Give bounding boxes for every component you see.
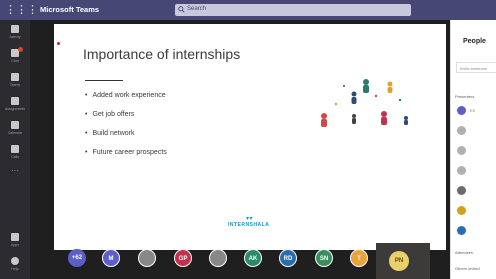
participant-avatar (457, 226, 466, 235)
help-icon (11, 257, 19, 265)
attendees-section-label[interactable]: Attendees (455, 250, 473, 255)
participant-avatar (457, 126, 466, 135)
bullet-item: Added work experience (85, 92, 167, 111)
more-apps-icon[interactable]: ··· (0, 166, 30, 175)
assignments-icon (11, 97, 19, 105)
appbar-item-chat[interactable]: Chat (0, 46, 30, 68)
appbar-item-apps[interactable]: Apps (0, 230, 30, 252)
appbar-label: Calendar (7, 131, 23, 135)
slide-title: Importance of internships (83, 46, 241, 62)
participant-avatar (457, 206, 466, 215)
participant-row[interactable] (457, 206, 496, 218)
app-title: Microsoft Teams (40, 5, 100, 14)
overflow-participants-button[interactable]: +62 (68, 249, 86, 267)
participant-avatar[interactable]: SN (315, 249, 333, 267)
others-invited-section-label[interactable]: Others invited (455, 266, 480, 271)
appbar-label: Assignments (4, 107, 26, 111)
title-divider (85, 80, 123, 81)
appbar-label: Help (11, 267, 19, 271)
people-panel: People Invite someone Presenters EK Atte… (450, 20, 496, 279)
active-speaker-tile[interactable]: PN (376, 243, 430, 279)
left-app-bar: Activity Chat Teams Assignments Calendar… (0, 20, 30, 279)
appbar-item-teams[interactable]: Teams (0, 70, 30, 92)
participant-avatar[interactable]: AK (244, 249, 262, 267)
logo-text: INTERNSHALA (228, 222, 270, 228)
app-launcher-icon[interactable]: ⋮⋮⋮ (5, 4, 38, 16)
participant-row[interactable] (457, 186, 496, 198)
appbar-label: Activity (9, 35, 21, 39)
appbar-label: Apps (11, 243, 19, 247)
apps-icon (11, 233, 19, 241)
bell-icon (11, 25, 19, 33)
title-bar: ⋮⋮⋮ Microsoft Teams Search (0, 0, 496, 20)
appbar-label: Teams (9, 83, 21, 87)
participant-avatar (457, 146, 466, 155)
participant-avatar (457, 186, 466, 195)
appbar-label: Calls (11, 155, 19, 159)
active-speaker-avatar: PN (389, 251, 409, 271)
participant-avatar[interactable]: T (350, 249, 368, 267)
participant-row[interactable] (457, 166, 496, 178)
participant-row[interactable]: EK (457, 106, 496, 118)
appbar-item-activity[interactable]: Activity (0, 22, 30, 44)
bullet-item: Get job offers (85, 111, 167, 130)
appbar-item-calendar[interactable]: Calendar (0, 118, 30, 140)
invite-input[interactable]: Invite someone (456, 62, 496, 73)
participant-avatar[interactable]: RD (279, 249, 297, 267)
participant-photo-avatar[interactable] (209, 249, 227, 267)
laser-pointer (57, 42, 60, 45)
participant-strip: +62 M GP AK RD SN T PN (46, 243, 442, 279)
network-people-illustration (321, 79, 408, 127)
shared-slide: Importance of internships Added work exp… (54, 24, 446, 250)
panel-title: People (463, 38, 486, 45)
search-input[interactable]: Search (175, 4, 411, 16)
participant-name: EK (470, 108, 476, 113)
teams-window: ⋮⋮⋮ Microsoft Teams Search Activity Chat… (0, 0, 496, 279)
calendar-icon (11, 121, 19, 129)
appbar-item-help[interactable]: Help (0, 254, 30, 276)
bullet-item: Build network (85, 130, 167, 149)
appbar-label: Chat (11, 59, 19, 63)
bullet-list: Added work experience Get job offers Bui… (85, 92, 167, 168)
appbar-item-calls[interactable]: Calls (0, 142, 30, 164)
phone-icon (11, 145, 19, 153)
participant-avatar[interactable]: M (102, 249, 120, 267)
appbar-item-assignments[interactable]: Assignments (0, 94, 30, 116)
presenters-section-label[interactable]: Presenters (455, 94, 474, 99)
participant-row[interactable] (457, 126, 496, 138)
search-icon (178, 6, 185, 13)
bullet-item: Future career prospects (85, 149, 166, 168)
meeting-stage: Importance of internships Added work exp… (30, 20, 450, 279)
participant-row[interactable] (457, 226, 496, 238)
teams-icon (11, 73, 19, 81)
participant-avatar[interactable]: GP (174, 249, 192, 267)
search-placeholder: Search (187, 6, 207, 12)
participant-photo-avatar[interactable] (138, 249, 156, 267)
participant-row[interactable] (457, 146, 496, 158)
participant-avatar (457, 106, 466, 115)
notification-badge (18, 47, 23, 52)
participant-avatar (457, 166, 466, 175)
internshala-logo: INTERNSHALA (224, 216, 272, 230)
